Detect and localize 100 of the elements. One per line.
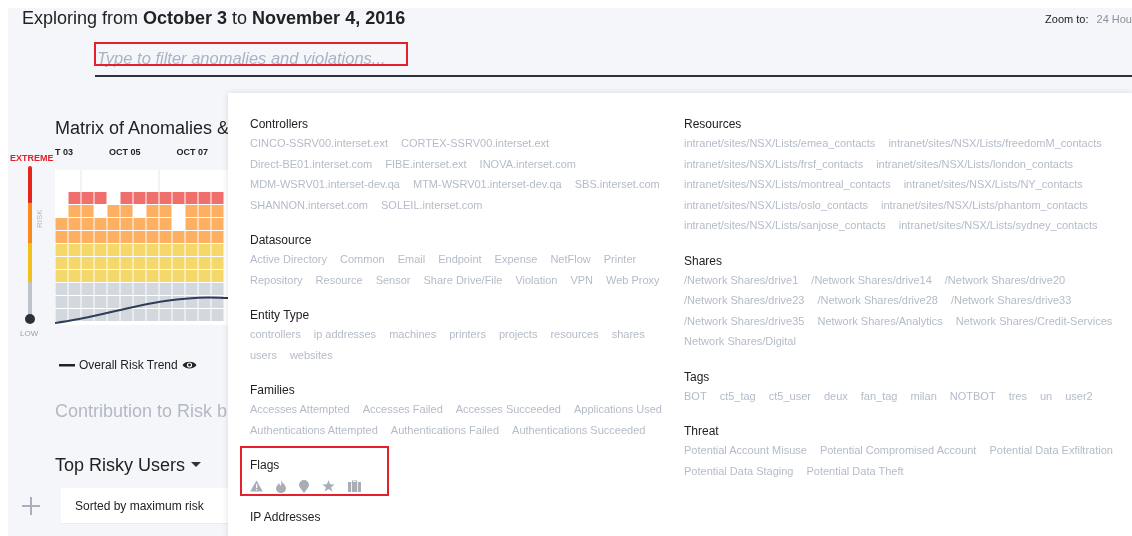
filter-option[interactable]: /Network Shares/drive1 [684, 269, 799, 290]
filter-option[interactable]: shares [611, 324, 645, 345]
filter-option[interactable]: BOT [684, 385, 707, 406]
filter-option[interactable]: Repository [250, 269, 303, 290]
filter-option[interactable]: CINCO-SSRV00.interset.ext [250, 133, 388, 154]
filter-option[interactable]: ip addresses [313, 324, 377, 345]
category-heading: IP Addresses [250, 509, 322, 526]
filter-option[interactable]: intranet/sites/NSX/Lists/london_contacts [876, 153, 1074, 174]
filter-option[interactable]: fan_tag [860, 385, 898, 406]
filter-option[interactable]: intranet/sites/NSX/Lists/montreal_contacts [684, 174, 891, 195]
filter-option[interactable]: VPN [570, 269, 593, 290]
filter-option[interactable]: Web Proxy [606, 269, 660, 290]
filter-option[interactable]: Potential Data Staging [684, 460, 794, 481]
filter-option[interactable]: intranet/sites/NSX/Lists/oslo_contacts [684, 194, 869, 215]
filter-option[interactable]: Authentications Attempted [250, 419, 378, 440]
filter-option[interactable]: FIBE.interset.ext [385, 153, 467, 174]
filter-option[interactable]: /Network Shares/drive35 [684, 310, 805, 331]
filter-option[interactable]: Network Shares/Digital [684, 331, 796, 352]
filter-option[interactable]: Accesses Succeeded [455, 399, 561, 420]
zoom-label: Zoom to: [1045, 13, 1089, 25]
filter-option[interactable]: un [1039, 385, 1053, 406]
scale-label: EXTREME [10, 153, 54, 163]
filter-option[interactable]: Printer [603, 249, 637, 270]
filter-option[interactable]: Active Directory [250, 249, 328, 270]
filter-option[interactable]: SHANNON.interset.com [250, 194, 368, 215]
filter-option[interactable]: Network Shares/Analytics [817, 310, 943, 331]
filter-option[interactable]: SOLEIL.interset.com [381, 194, 483, 215]
page-title: Exploring from October 3 to November 4, 2016 [22, 8, 406, 28]
category-heading: Tags [684, 368, 711, 386]
flame-icon[interactable] [276, 479, 286, 493]
filter-option[interactable]: Authentications Failed [390, 419, 500, 440]
filter-option[interactable]: /Network Shares/drive14 [811, 269, 932, 290]
filter-option[interactable]: Accesses Attempted [250, 399, 350, 420]
filter-option[interactable]: Sensor [375, 269, 411, 290]
filter-option[interactable]: /Network Shares/drive28 [817, 290, 938, 311]
zoom-option[interactable]: 24 Hou [1096, 13, 1132, 25]
sort-label: Sorted by maximum risk [75, 498, 204, 513]
filter-option[interactable]: intranet/sites/NSX/Lists/phantom_contacts [881, 194, 1088, 215]
filter-option[interactable]: Common [340, 249, 385, 270]
filter-option[interactable]: users [250, 344, 277, 365]
filter-option[interactable]: controllers [250, 324, 301, 345]
filter-option[interactable]: intranet/sites/NSX/Lists/emea_contacts [684, 133, 876, 154]
filter-option[interactable]: printers [449, 324, 486, 345]
filter-option[interactable]: Direct-BE01.interset.com [250, 153, 373, 174]
filter-option[interactable]: /Network Shares/drive23 [684, 290, 805, 311]
filter-option[interactable]: milan [910, 385, 937, 406]
plus-icon[interactable] [22, 497, 40, 515]
filter-option[interactable]: Potential Data Exfiltration [989, 440, 1113, 461]
filter-option[interactable]: websites [289, 344, 333, 365]
filter-option[interactable]: NOTBOT [949, 385, 996, 406]
star-icon[interactable] [322, 480, 335, 492]
filter-option[interactable]: ct5_user [768, 385, 811, 406]
filter-option[interactable]: intranet/sites/NSX/Lists/frsf_contacts [684, 153, 864, 174]
filter-option[interactable]: Network Shares/Credit-Services [955, 310, 1113, 331]
filter-option[interactable]: Authentications Succeeded [512, 419, 646, 440]
filter-option[interactable]: user2 [1065, 385, 1093, 406]
filter-option[interactable]: MDM-WSRV01.interset-dev.qa [250, 174, 400, 195]
filter-option[interactable]: Resource [315, 269, 363, 290]
filter-option[interactable]: MTM-WSRV01.interset-dev.qa [413, 174, 562, 195]
filter-option[interactable]: projects [498, 324, 538, 345]
filter-option[interactable]: Potential Data Theft [806, 460, 904, 481]
filter-option[interactable]: SBS.interset.com [574, 174, 660, 195]
filter-option[interactable]: Violation [515, 269, 558, 290]
legend-line-icon [59, 363, 75, 367]
filter-option[interactable]: ct5_tag [719, 385, 756, 406]
filter-option[interactable]: Applications Used [573, 399, 662, 420]
filter-option[interactable]: Potential Compromised Account [819, 440, 977, 461]
filter-option[interactable]: intranet/sites/NSX/Lists/sanjose_contacts [684, 215, 886, 236]
caret-icon[interactable] [191, 462, 202, 468]
filter-option[interactable]: intranet/sites/NSX/Lists/freedomM_contacts [888, 133, 1102, 154]
category-heading: Resources [684, 116, 743, 133]
filter-option[interactable]: INOVA.interset.com [479, 153, 576, 174]
filter-option[interactable]: tres [1008, 385, 1027, 406]
category-heading: Families [250, 382, 296, 399]
filter-option[interactable]: Expense [494, 249, 538, 270]
filter-option[interactable]: /Network Shares/drive33 [950, 290, 1072, 311]
filter-option[interactable]: Email [397, 249, 426, 270]
filter-option[interactable]: deux [823, 385, 848, 406]
eye-icon[interactable] [181, 360, 197, 370]
section-title: Matrix of Anomalies & [55, 117, 230, 139]
filter-option[interactable]: /Network Shares/drive20 [944, 269, 1066, 290]
location-pin-icon[interactable] [299, 479, 309, 493]
filter-option[interactable]: Potential Account Misuse [684, 440, 807, 461]
legend-label: Overall Risk Trend [79, 358, 178, 372]
axis-title: RISK [35, 209, 44, 228]
filter-field[interactable]: Type to filter anomalies and violations... [95, 45, 1132, 77]
filter-option[interactable]: resources [550, 324, 599, 345]
filter-option[interactable]: Accesses Failed [362, 399, 443, 420]
category-heading: Threat [684, 423, 720, 440]
filter-option[interactable]: Share Drive/File [423, 269, 503, 290]
filter-option[interactable]: CORTEX-SSRV00.interset.ext [400, 133, 550, 154]
briefcase-icon[interactable] [348, 480, 361, 492]
filter-option[interactable]: machines [389, 324, 437, 345]
filter-option[interactable]: Endpoint [438, 249, 482, 270]
filter-option[interactable]: NetFlow [550, 249, 591, 270]
warning-icon[interactable] [250, 480, 263, 492]
filter-option[interactable]: intranet/sites/NSX/Lists/sydney_contacts [898, 215, 1098, 236]
section-title[interactable]: Top Risky Users [55, 454, 186, 476]
category-heading: Flags [250, 457, 281, 474]
filter-option[interactable]: intranet/sites/NSX/Lists/NY_contacts [903, 174, 1083, 195]
